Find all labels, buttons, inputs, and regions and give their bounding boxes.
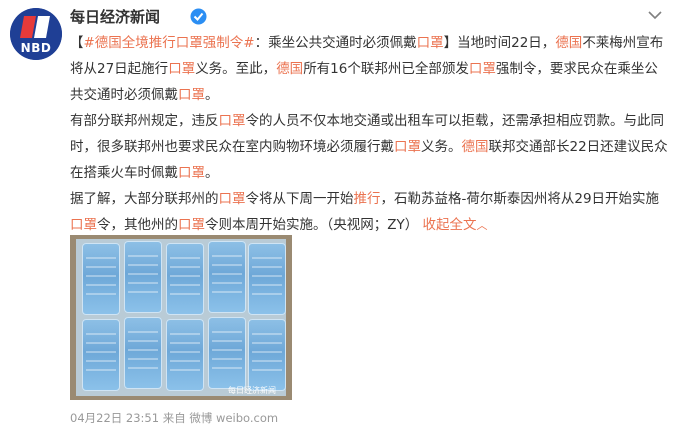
mask-pack — [208, 241, 246, 313]
keyword-highlight: 德国 — [276, 61, 304, 77]
text-segment: 有部分联邦州规定，违反 — [70, 113, 219, 129]
text-segment: 令则本周开始实施。（央视网；ZY） — [205, 217, 419, 233]
keyword-highlight: 口罩 — [178, 217, 205, 233]
text-segment: 据了解，大部分联邦州的 — [70, 191, 219, 207]
keyword-highlight: 口罩 — [416, 35, 444, 51]
mask-pack — [124, 241, 162, 313]
text-segment: 当地时间22日， — [457, 35, 556, 51]
post-meta: 04月22日 23:51 来自 微博 weibo.com — [70, 410, 278, 426]
text-segment: ，石勒苏益格-荷尔斯泰因州将从29日开始实施 — [380, 191, 660, 207]
author-name[interactable]: 每日经济新闻 — [70, 6, 160, 28]
keyword-highlight: 推行 — [353, 191, 381, 207]
keyword-highlight: 口罩 — [218, 191, 246, 207]
text-segment: 。 — [205, 165, 219, 181]
mask-pack — [208, 317, 246, 389]
chevron-up-icon: ︿ — [476, 219, 488, 232]
mask-pack — [82, 243, 120, 315]
text-segment: 所有16个联邦州已全部颁发 — [303, 61, 469, 77]
paragraph-1: 【#德国全境推行口罩强制令#：乘坐公共交通时必须佩戴口罩】当地时间22日，德国不… — [70, 30, 670, 108]
avatar[interactable]: NBD — [10, 8, 62, 60]
text-segment: 。 — [205, 87, 219, 103]
keyword-highlight: 口罩 — [468, 61, 496, 77]
keyword-highlight: 德国 — [555, 35, 583, 51]
mask-pack — [166, 319, 204, 391]
text-segment: ：乘坐公共交通时必须佩戴 — [254, 35, 417, 51]
hashtag-link[interactable]: #德国全境推行口罩强制令# — [84, 35, 255, 51]
image-watermark: 每日经济新闻 — [228, 386, 276, 395]
collapse-label: 收起全文 — [422, 217, 477, 233]
source-prefix: 来自 — [162, 411, 186, 425]
mask-pack — [248, 319, 286, 391]
keyword-highlight: 口罩 — [218, 113, 246, 129]
source-link[interactable]: 微博 weibo.com — [189, 411, 278, 425]
keyword-highlight: 口罩 — [178, 87, 205, 103]
paragraph-3: 据了解，大部分联邦州的口罩令将从下周一开始推行，石勒苏益格-荷尔斯泰因州将从29… — [70, 186, 670, 239]
post-image[interactable]: 每日经济新闻 — [70, 235, 292, 400]
keyword-highlight: 口罩 — [394, 139, 421, 155]
collapse-text-link[interactable]: 收起全文︿ — [423, 217, 488, 233]
keyword-highlight: 口罩 — [70, 217, 97, 233]
post-body: 【#德国全境推行口罩强制令#：乘坐公共交通时必须佩戴口罩】当地时间22日，德国不… — [70, 30, 670, 239]
paragraph-2: 有部分联邦州规定，违反口罩令的人员不仅本地交通或出租车可以拒载，还需承担相应罚款… — [70, 108, 670, 186]
avatar-label: NBD — [20, 41, 52, 55]
verified-badge-icon — [190, 8, 207, 25]
bracket-open: 【 — [70, 35, 84, 51]
chevron-down-icon[interactable] — [646, 6, 664, 24]
text-segment: 义务。 — [421, 139, 462, 155]
text-segment: 义务。至此， — [195, 61, 277, 77]
text-segment: 令将从下周一开始 — [245, 191, 354, 207]
mask-pack — [248, 243, 286, 315]
keyword-highlight: 口罩 — [168, 61, 196, 77]
text-segment: 令，其他州的 — [97, 217, 178, 233]
keyword-highlight: 口罩 — [178, 165, 205, 181]
mask-pack — [166, 243, 204, 315]
bracket-close: 】 — [443, 35, 458, 51]
mask-pack — [82, 319, 120, 391]
timestamp-link[interactable]: 04月22日 23:51 — [70, 411, 159, 425]
keyword-highlight: 德国 — [461, 139, 489, 155]
mask-pack — [124, 317, 162, 389]
